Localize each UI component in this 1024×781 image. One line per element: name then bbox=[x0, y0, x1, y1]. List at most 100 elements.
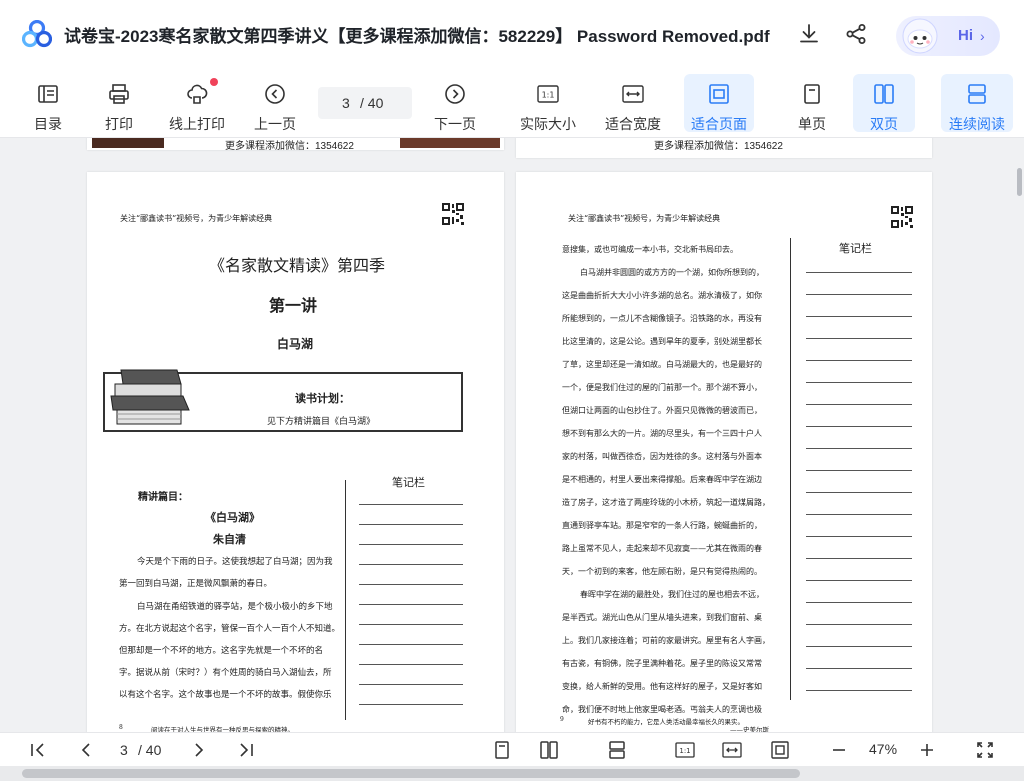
print-label: 打印 bbox=[105, 116, 133, 132]
double-page-label: 双页 bbox=[870, 116, 898, 132]
books-illustration-icon bbox=[110, 369, 190, 425]
paragraph-line: 直通到驿亭车站。那是窄窄的一条人行路，蜿蜒曲折的， bbox=[562, 521, 762, 530]
paragraph-line: 这是曲曲折折大大小小许多湖的总名。湖水清极了，如你 bbox=[562, 291, 762, 300]
qr-code-icon bbox=[890, 205, 914, 229]
paragraph-line: 想不到有那么大的一片。湖的尽里头，有一个三四十户人 bbox=[562, 429, 762, 438]
page-number: 8 bbox=[119, 724, 123, 731]
double-page-icon bbox=[874, 84, 894, 104]
fit-page-icon[interactable] bbox=[770, 740, 790, 760]
section-label: 精讲篇目： bbox=[138, 492, 188, 503]
continuous-read-button[interactable]: 连续阅读 bbox=[941, 74, 1013, 132]
paragraph-line: 造了房子，这才造了两座玲珑的小木桥，筑起一道煤屑路， bbox=[562, 498, 770, 507]
cloud-print-icon bbox=[187, 84, 208, 104]
paragraph-line: 是不相通的，村里人要出来得撑船。后来春晖中学在湖边 bbox=[562, 475, 762, 484]
horizontal-scrollbar-thumb[interactable] bbox=[22, 769, 800, 778]
download-icon[interactable] bbox=[797, 22, 821, 46]
title-bar: 试卷宝-2023寒名家散文第四季讲义【更多课程添加微信：582229】 Pass… bbox=[0, 0, 1024, 68]
zoom-in-icon[interactable] bbox=[917, 740, 937, 760]
paragraph-line: 是半西式。湖光山色从门里从墙头进来，到我们窗前、桌 bbox=[562, 613, 762, 622]
previous-page-footer: 更多课程添加微信：1354622 bbox=[225, 141, 354, 152]
paragraph-line: 了草，这里却还是一清如故。白马湖最大的，也是最好的 bbox=[562, 360, 762, 369]
fit-width-button[interactable]: 适合宽度 bbox=[602, 74, 664, 132]
online-print-label: 线上打印 bbox=[169, 116, 225, 132]
next-page-icon[interactable] bbox=[189, 740, 209, 760]
next-page-label: 下一页 bbox=[434, 116, 476, 132]
plan-title: 读书计划： bbox=[295, 392, 350, 405]
single-page-label: 单页 bbox=[798, 116, 826, 132]
vertical-scrollbar-thumb[interactable] bbox=[1017, 168, 1022, 196]
notes-divider bbox=[790, 238, 791, 700]
actual-size-icon[interactable]: 1:1 bbox=[675, 740, 695, 760]
paragraph-line: 上。我们几家接连着；可前的家最讲究。屋里有名人字画， bbox=[562, 636, 770, 645]
last-page-icon[interactable] bbox=[236, 740, 256, 760]
continuous-read-icon[interactable] bbox=[607, 740, 627, 760]
fit-width-icon[interactable] bbox=[722, 740, 742, 760]
online-print-button[interactable]: 线上打印 bbox=[166, 74, 228, 132]
page-number-input[interactable]: 3 / 40 bbox=[318, 87, 412, 119]
next-page-button[interactable]: 下一页 bbox=[424, 74, 486, 132]
paragraph-line: 天，一个初到的来客，他左顾右盼，是只有觉得热闹的。 bbox=[562, 567, 762, 576]
paragraph-line: 方。在北方说起这个名字，管保一百个人一百个人不知道。 bbox=[119, 624, 341, 634]
paragraph-line: 意搜集，或也可编成一本小书，交北新书局印去。 bbox=[562, 245, 738, 254]
previous-page-right: 更多课程添加微信：1354622 bbox=[516, 138, 932, 158]
zoom-level[interactable]: 47% bbox=[869, 741, 897, 757]
previous-page-image bbox=[92, 138, 164, 148]
page-footer-quote: 阅读在于对人生与世界有一种反思与探索的精神。 bbox=[151, 726, 294, 732]
prev-page-label: 上一页 bbox=[254, 116, 296, 132]
page-footer-quote: 好书有不朽的能力，它是人类活动最幸福长久的果实。 bbox=[588, 718, 744, 726]
chevron-right-circle-icon bbox=[445, 84, 465, 104]
fit-width-icon bbox=[622, 85, 644, 103]
notification-dot bbox=[210, 78, 218, 86]
actual-size-label: 实际大小 bbox=[520, 116, 576, 132]
essay-author: 朱自清 bbox=[213, 533, 246, 546]
assistant-button[interactable]: Hi › bbox=[896, 16, 1000, 56]
fit-page-button[interactable]: 适合页面 bbox=[684, 74, 754, 132]
actual-size-button[interactable]: 1:1 实际大小 bbox=[517, 74, 579, 132]
topic-heading: 白马湖 bbox=[277, 337, 314, 351]
first-page-icon[interactable] bbox=[28, 740, 48, 760]
page-header: 关注“郦鑫读书”视频号，为青少年解读经典 bbox=[568, 214, 721, 223]
zoom-out-icon[interactable] bbox=[829, 740, 849, 760]
fullscreen-icon[interactable] bbox=[975, 740, 995, 760]
paragraph-line: 春晖中学在湖的最胜处，我们住过的屋也相去不远， bbox=[580, 590, 764, 599]
assistant-avatar-icon bbox=[902, 18, 938, 54]
notes-divider bbox=[345, 480, 346, 720]
paragraph-line: 但湖口让两面的山包抄住了。外面只见微微的碧波而已， bbox=[562, 406, 762, 415]
previous-page-qr-image bbox=[400, 138, 500, 148]
bottom-navigation-bar: 3 / 40 1:1 47% bbox=[0, 732, 1024, 766]
single-page-button[interactable]: 单页 bbox=[781, 74, 843, 132]
vertical-scrollbar[interactable] bbox=[1014, 138, 1024, 732]
main-toolbar: 目录 打印 线上打印 上一页 3 / 40 下一页 1:1 实际大小 适合宽度 … bbox=[0, 68, 1024, 138]
double-page-button[interactable]: 双页 bbox=[853, 74, 915, 132]
horizontal-scrollbar[interactable] bbox=[0, 766, 1024, 781]
qr-code-icon bbox=[441, 202, 465, 226]
document-viewer[interactable]: 更多课程添加微信：1354622 更多课程添加微信：1354622 关注“郦鑫读… bbox=[0, 138, 1014, 732]
double-page-icon[interactable] bbox=[539, 740, 559, 760]
single-page-icon[interactable] bbox=[492, 740, 512, 760]
essay-title: 《白马湖》 bbox=[205, 511, 260, 524]
toc-button[interactable]: 目录 bbox=[17, 74, 79, 132]
toc-label: 目录 bbox=[34, 116, 62, 132]
assistant-label: Hi bbox=[958, 27, 973, 44]
continuous-read-icon bbox=[968, 84, 986, 104]
paragraph-line: 命，我们便不时地上他家里喝老酒。丐翁夫人的烹调也极 bbox=[562, 705, 762, 714]
actual-size-icon: 1:1 bbox=[537, 85, 559, 103]
fit-page-icon bbox=[709, 84, 729, 104]
lecture-heading: 第一讲 bbox=[269, 296, 318, 315]
prev-page-icon[interactable] bbox=[76, 740, 96, 760]
fit-page-label: 适合页面 bbox=[691, 116, 747, 132]
continuous-read-label: 连续阅读 bbox=[949, 116, 1005, 132]
paragraph-line: 一个，便是我们住过的屋的门前那一个。那个湖不算小， bbox=[562, 383, 762, 392]
print-button[interactable]: 打印 bbox=[88, 74, 150, 132]
paragraph-line: 字。据说从前（宋时？）有个姓周的骑白马入湖仙去，所 bbox=[119, 668, 332, 678]
bottom-total-pages: / 40 bbox=[138, 742, 162, 758]
share-icon[interactable] bbox=[844, 22, 868, 46]
prev-page-button[interactable]: 上一页 bbox=[244, 74, 306, 132]
paragraph-line: 但那却是一个不坏的地方。这名字先就是一个不坏的名 bbox=[119, 646, 324, 656]
paragraph-line: 今天是个下雨的日子。这使我想起了白马湖；因为我 bbox=[137, 557, 333, 567]
paragraph-line: 第一回到白马湖，正是微风飘萧的春日。 bbox=[119, 579, 273, 589]
app-logo-icon bbox=[22, 20, 52, 48]
bottom-current-page[interactable]: 3 bbox=[120, 742, 128, 758]
total-pages-value: / 40 bbox=[360, 95, 384, 111]
paragraph-line: 比这里清的，这是公论。遇到旱年的夏季，别处湖里都长 bbox=[562, 337, 762, 346]
